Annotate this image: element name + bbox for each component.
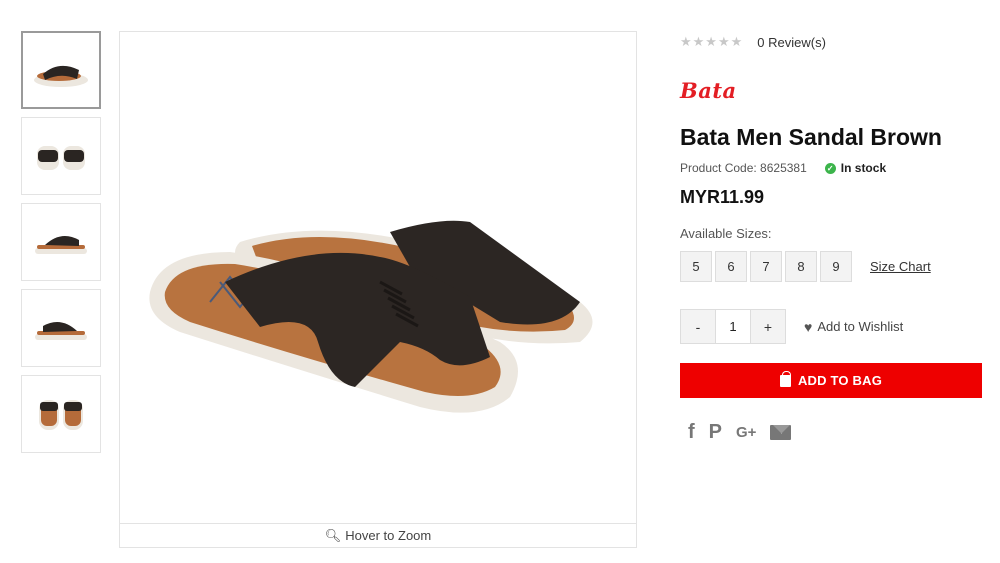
thumbnail-side[interactable]	[21, 203, 101, 281]
quantity-increase-button[interactable]: +	[751, 310, 785, 343]
reviews-count[interactable]: 0 Review(s)	[757, 35, 826, 50]
size-option-5[interactable]: 5	[680, 251, 712, 282]
add-to-bag-button[interactable]: ADD TO BAG	[680, 363, 982, 398]
sandal-thumbnail-image	[37, 146, 85, 170]
thumbnail-back[interactable]	[21, 375, 101, 453]
add-to-wishlist-button[interactable]: ♥ Add to Wishlist	[804, 319, 903, 335]
sandal-thumbnail-image	[34, 65, 88, 87]
add-to-bag-label: ADD TO BAG	[797, 373, 883, 388]
size-selector: 5 6 7 8 9 Size Chart	[680, 251, 931, 282]
mail-icon[interactable]	[770, 420, 792, 444]
size-option-6[interactable]: 6	[715, 251, 747, 282]
sizes-label: Available Sizes:	[680, 226, 772, 241]
quantity-stepper: - 1 +	[680, 309, 786, 344]
sandal-thumbnail-image	[35, 322, 87, 340]
sandal-product-image	[149, 220, 593, 413]
reviews-row: ★★★★★ 0 Review(s)	[680, 34, 826, 50]
thumbnail-side-angle[interactable]	[21, 31, 101, 109]
product-meta-row: Product Code: 8625381 ✓ In stock	[680, 161, 886, 175]
quantity-decrease-button[interactable]: -	[681, 310, 715, 343]
thumbnail-side-reverse[interactable]	[21, 289, 101, 367]
sandal-thumbnail-image	[35, 236, 87, 254]
size-chart-link[interactable]: Size Chart	[870, 259, 931, 274]
check-circle-icon: ✓	[824, 162, 836, 174]
pinterest-icon[interactable]: P	[709, 420, 722, 444]
size-option-8[interactable]: 8	[785, 251, 817, 282]
thumbnail-list	[21, 31, 101, 461]
google-plus-icon[interactable]: G+	[736, 420, 756, 444]
wishlist-label: Add to Wishlist	[817, 319, 904, 334]
product-code: Product Code: 8625381	[680, 161, 807, 175]
thumbnail-front[interactable]	[21, 117, 101, 195]
product-price: MYR11.99	[680, 187, 765, 207]
heart-icon: ♥	[804, 318, 813, 335]
zoom-icon: 🔍︎	[324, 527, 342, 543]
product-title: Bata Men Sandal Brown	[680, 124, 942, 150]
facebook-icon[interactable]: f	[688, 420, 695, 444]
stock-label: In stock	[840, 161, 887, 175]
size-option-9[interactable]: 9	[820, 251, 852, 282]
brand-logo: Bata	[680, 78, 737, 103]
social-share-row: f P G+	[688, 420, 792, 444]
product-main-image[interactable]: 🔍︎ Hover to Zoom	[119, 31, 637, 548]
quantity-row: - 1 + ♥ Add to Wishlist	[680, 309, 903, 344]
shopping-bag-icon	[779, 370, 791, 387]
size-option-7[interactable]: 7	[750, 251, 782, 282]
stock-status: ✓ In stock	[824, 161, 887, 175]
sandal-thumbnail-image	[39, 400, 83, 430]
zoom-label: Hover to Zoom	[345, 528, 432, 543]
quantity-input[interactable]: 1	[715, 310, 751, 343]
hover-to-zoom-bar: 🔍︎ Hover to Zoom	[120, 523, 636, 547]
rating-stars-icon: ★★★★★	[680, 34, 744, 49]
